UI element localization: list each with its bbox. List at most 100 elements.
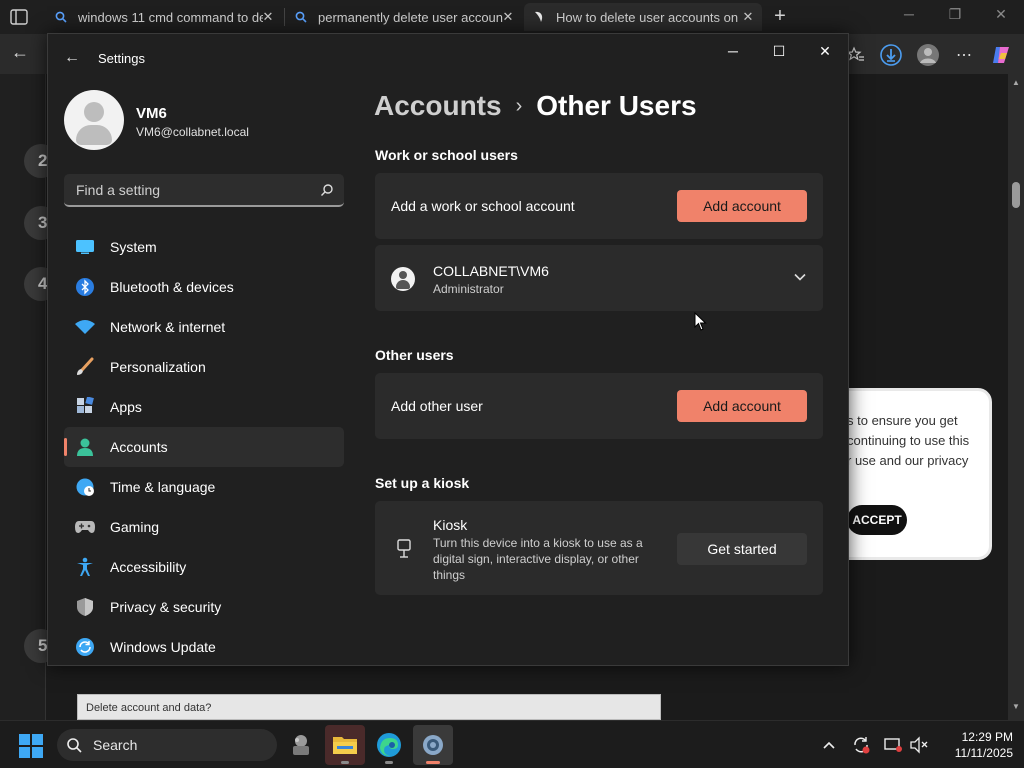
taskbar: Search 12:29 PM 11/11/2025 (0, 720, 1024, 768)
nav-label: Time & language (110, 479, 216, 495)
kiosk-get-started-button[interactable]: Get started (677, 533, 807, 565)
add-other-user-card: Add other user Add account (375, 373, 823, 439)
kiosk-icon (395, 539, 413, 559)
mouse-cursor-icon (694, 311, 708, 332)
browser-tab-active[interactable]: How to delete user accounts on W ✕ (524, 3, 762, 31)
copilot-icon[interactable] (988, 42, 1014, 68)
search-icon (320, 183, 334, 197)
system-clock[interactable]: 12:29 PM 11/11/2025 (935, 729, 1013, 761)
nav-label: Gaming (110, 519, 160, 535)
section-heading-kiosk: Set up a kiosk (375, 475, 470, 491)
webpage-screenshot-dialog: Delete account and data? (77, 694, 661, 720)
user-avatar[interactable] (64, 90, 124, 150)
add-other-account-button[interactable]: Add account (677, 390, 807, 422)
file-explorer-icon[interactable] (325, 725, 365, 765)
profile-icon[interactable] (915, 42, 941, 68)
search-icon (54, 10, 68, 24)
nav-label: System (110, 239, 157, 255)
tab-actions-icon[interactable] (8, 7, 30, 27)
tab-divider (284, 8, 285, 26)
back-arrow-icon[interactable]: ← (62, 49, 82, 69)
windows-start-icon[interactable] (18, 733, 44, 759)
page-scrollbar[interactable]: ▲ ▼ (1008, 74, 1024, 720)
browser-tab[interactable]: windows 11 cmd command to de ✕ (46, 3, 282, 31)
add-work-school-card: Add a work or school account Add account (375, 173, 823, 239)
user-name: VM6 (136, 105, 167, 122)
kiosk-description: Turn this device into a kiosk to use as … (433, 536, 643, 582)
widgets-icon[interactable] (281, 725, 321, 765)
nav-item-privacy-security[interactable]: Privacy & security (64, 587, 344, 627)
clock-time: 12:29 PM (961, 730, 1013, 744)
cookie-consent-banner: s to ensure you get continuing to use th… (830, 388, 992, 560)
nav-item-gaming[interactable]: Gaming (64, 507, 344, 547)
restore-icon[interactable]: ❐ (940, 6, 970, 26)
close-icon[interactable]: ✕ (740, 9, 756, 25)
cookie-text: s to ensure you get continuing to use th… (847, 413, 970, 468)
nav-label: Bluetooth & devices (110, 279, 234, 295)
nav-item-accessibility[interactable]: Accessibility (64, 547, 344, 587)
display-icon[interactable] (883, 735, 903, 755)
breadcrumb: Accounts › Other Users (374, 90, 697, 122)
tab-title: windows 11 cmd command to de (78, 9, 263, 25)
nav-item-windows-update[interactable]: Windows Update (64, 627, 344, 665)
taskbar-search-label: Search (93, 737, 138, 753)
accounts-icon (74, 436, 96, 458)
chevron-up-icon[interactable] (819, 735, 839, 755)
gamepad-icon (74, 516, 96, 538)
nav-item-system[interactable]: System (64, 227, 344, 267)
close-window-icon[interactable]: ✕ (986, 6, 1016, 26)
chevron-right-icon: › (515, 95, 523, 117)
nav-label: Accounts (110, 439, 168, 455)
tab-title: permanently delete user account (318, 9, 503, 25)
close-icon[interactable]: ✕ (260, 9, 276, 25)
nav-item-accounts[interactable]: Accounts (64, 427, 344, 467)
search-input[interactable] (76, 182, 306, 198)
nav-label: Accessibility (110, 559, 187, 575)
nav-item-time-language[interactable]: Time & language (64, 467, 344, 507)
user-email: VM6@collabnet.local (136, 125, 249, 139)
add-work-account-button[interactable]: Add account (677, 190, 807, 222)
bluetooth-icon (74, 276, 96, 298)
scroll-up-icon[interactable]: ▲ (1011, 78, 1021, 87)
nav-item-personalization[interactable]: Personalization (64, 347, 344, 387)
section-heading-other-users: Other users (375, 347, 454, 363)
close-icon[interactable]: ✕ (500, 9, 516, 25)
chevron-down-icon[interactable] (793, 270, 807, 284)
nav-item-network[interactable]: Network & internet (64, 307, 344, 347)
shield-icon (74, 596, 96, 618)
nav-item-apps[interactable]: Apps (64, 387, 344, 427)
new-tab-button[interactable]: + (770, 5, 790, 28)
account-name: COLLABNET\VM6 (433, 263, 549, 279)
page-title: Other Users (536, 90, 697, 121)
taskbar-search[interactable]: Search (57, 729, 277, 761)
section-heading-work-school: Work or school users (375, 147, 518, 163)
window-title: Settings (98, 51, 145, 66)
kiosk-card: Kiosk Turn this device into a kiosk to u… (375, 501, 823, 595)
downloads-icon[interactable] (878, 42, 904, 68)
minimize-icon[interactable]: ─ (894, 6, 924, 26)
browser-tab[interactable]: permanently delete user account ✕ (286, 3, 522, 31)
clock-date: 11/11/2025 (954, 746, 1013, 760)
card-label: Add a work or school account (391, 198, 575, 214)
wifi-icon (74, 316, 96, 338)
search-icon (66, 737, 82, 753)
user-avatar-icon (391, 267, 415, 291)
scroll-down-icon[interactable]: ▼ (1011, 702, 1021, 711)
settings-search[interactable] (64, 174, 344, 207)
edge-browser-icon[interactable] (369, 725, 409, 765)
more-menu-icon[interactable]: ⋯ (951, 42, 977, 68)
account-row-expandable[interactable]: COLLABNET\VM6 Administrator (375, 245, 823, 311)
breadcrumb-parent[interactable]: Accounts (374, 90, 502, 121)
nav-item-bluetooth[interactable]: Bluetooth & devices (64, 267, 344, 307)
scroll-thumb[interactable] (1012, 182, 1020, 208)
back-arrow-icon[interactable]: ← (8, 42, 32, 66)
settings-app-icon[interactable] (413, 725, 453, 765)
nav-label: Personalization (110, 359, 206, 375)
cookie-accept-button[interactable]: ACCEPT (847, 505, 907, 535)
tab-title: How to delete user accounts on W (556, 9, 741, 25)
nav-label: Network & internet (110, 319, 226, 335)
network-volume-icon[interactable] (909, 735, 929, 755)
sync-alert-icon[interactable] (851, 735, 871, 755)
brush-icon (74, 356, 96, 378)
card-label: Add other user (391, 398, 483, 414)
